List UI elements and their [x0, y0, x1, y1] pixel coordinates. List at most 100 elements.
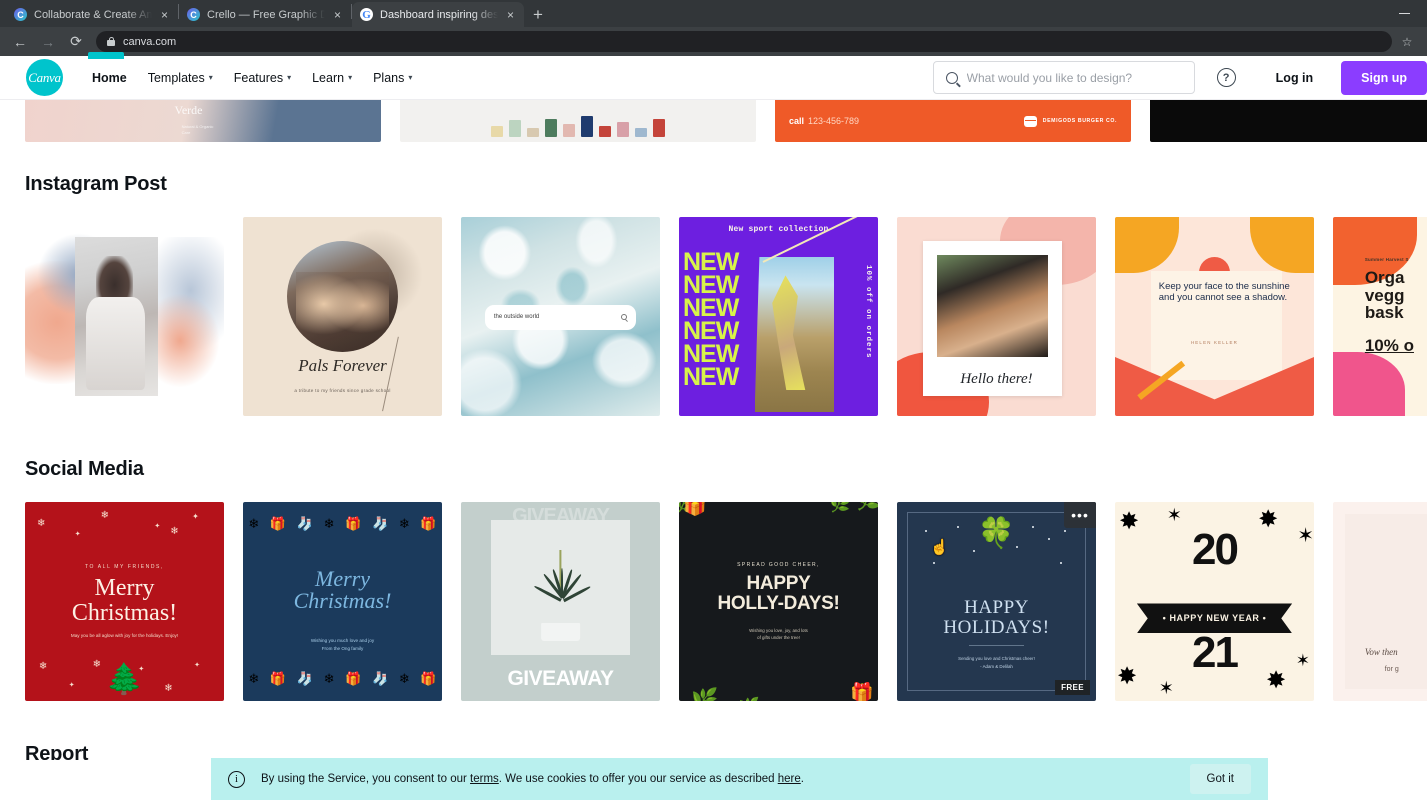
login-button[interactable]: Log in [1258, 62, 1332, 94]
template-card-burger-banner[interactable]: call 123-456-789 DEMIGODS BURGER CO. [775, 100, 1131, 142]
tab-close-icon[interactable]: × [505, 9, 516, 21]
url-text: canva.com [123, 35, 177, 48]
card-script-text: Vow then [1364, 647, 1398, 658]
brand-name: DEMIGODS BURGER CO. [1042, 118, 1117, 124]
template-card-watercolor-portrait[interactable] [25, 217, 224, 416]
lock-icon [107, 37, 115, 46]
page-content: Verde Natural & Organic Care call 123-456… [0, 100, 1427, 760]
template-card-ocean-foam[interactable]: the outside world [461, 217, 660, 416]
tab-close-icon[interactable]: × [159, 9, 170, 21]
card-headline: HAPPY HOLIDAYS! [943, 596, 1050, 639]
template-card-happy-new-year-2021[interactable]: ✸ ✶ ✸ ✶ ✸ ✶ ✸ ✶ 20 • HAPPY NEW YEAR • 21 [1115, 502, 1314, 701]
cookie-text-part2: . We use cookies to offer you our servic… [498, 773, 778, 785]
card-offer-text: 10% off on orders [864, 264, 873, 359]
search-icon [621, 314, 628, 321]
card-headline: HAPPY HOLLY-DAYS! [717, 572, 840, 615]
nav-item-features[interactable]: Features ▾ [234, 71, 291, 85]
address-bar[interactable]: canva.com [96, 31, 1392, 52]
template-card-organic-veggie[interactable]: Summer Harvest S Orga vegg bask 10% o [1333, 217, 1427, 416]
template-card-blocks[interactable] [400, 100, 756, 142]
chevron-down-icon: ▾ [208, 73, 213, 82]
card-subtitle: Wishing you love, joy, and lots of gifts … [749, 628, 808, 641]
template-card-new-sport-collection[interactable]: New sport collection NEW NEW NEW NEW NEW NE… [679, 217, 878, 416]
tab-close-icon[interactable]: × [332, 9, 343, 21]
nav-item-templates[interactable]: Templates ▾ [148, 71, 213, 85]
canva-favicon-icon: C [187, 8, 200, 21]
card-subtitle: Natural & Organic Care [181, 124, 214, 136]
browser-tab-3[interactable]: G Dashboard inspiring designs - G × [352, 2, 524, 27]
window-controls [1382, 0, 1427, 27]
teal-page-accent [88, 52, 124, 59]
card-photo [286, 240, 399, 353]
canva-favicon-icon: C [14, 8, 27, 21]
bookmark-star-icon[interactable]: ☆ [1394, 29, 1420, 55]
new-tab-button[interactable]: + [524, 2, 552, 27]
card-subtitle: a tribute to my friends since grade scho… [294, 388, 391, 394]
chevron-down-icon: ▾ [287, 73, 292, 82]
card-photo [74, 236, 159, 397]
card-script-text: Hello there! [960, 371, 1033, 388]
terms-link[interactable]: terms [470, 773, 499, 785]
browser-tab-2[interactable]: C Crello — Free Graphic Design So × [179, 2, 351, 27]
nav-item-home[interactable]: Home [92, 71, 127, 85]
signup-button[interactable]: Sign up [1341, 60, 1427, 95]
chevron-down-icon: ▾ [348, 73, 353, 82]
got-it-button[interactable]: Got it [1189, 764, 1251, 794]
template-card-sunshine-quote[interactable]: Keep your face to the sunshine and you c… [1115, 217, 1314, 416]
plant-pot [540, 623, 581, 642]
card-year-top: 20 [1192, 524, 1239, 574]
template-card-black[interactable] [1150, 100, 1427, 142]
phone-number: 123-456-789 [808, 116, 860, 126]
cookie-consent-banner: i By using the Service, you consent to o… [211, 758, 1268, 800]
card-quote-text: Keep your face to the sunshine and you c… [1158, 280, 1290, 304]
top-partial-row: Verde Natural & Organic Care call 123-456… [0, 100, 1427, 142]
nav-label: Features [233, 70, 284, 85]
template-card-happy-holidays-navy[interactable]: 🍀 HAPPY HOLIDAYS! Sending you love and Ch… [897, 502, 1096, 701]
card-more-options-button[interactable]: ••• [1064, 502, 1096, 528]
browser-tab-1[interactable]: C Collaborate & Create Amazing G × [6, 2, 178, 27]
template-card-thank-you[interactable]: Vow then for g [1333, 502, 1427, 701]
template-card-merry-christmas-blue[interactable]: ❄ 🎁 🧦 ❄ 🎁 🧦 ❄ 🎁 ❄ 🎁 🧦 ❄ 🎁 🧦 ❄ 🎁 Merry Christmas! Wishin… [243, 502, 442, 701]
christmas-tree-icon: 🌲 [105, 663, 144, 697]
nav-label: Learn [312, 70, 345, 85]
card-photo [754, 256, 835, 413]
forward-button[interactable]: → [35, 29, 61, 55]
info-icon: i [228, 770, 245, 788]
tab-title: Dashboard inspiring designs - G [380, 8, 498, 21]
card-headline: Merry Christmas! [293, 565, 392, 614]
search-box[interactable] [932, 61, 1195, 94]
card-eyebrow: TO ALL MY FRIENDS, [84, 563, 164, 570]
back-button[interactable]: ← [7, 29, 33, 55]
card-subtitle: May you be all aglow with joy for the ho… [70, 633, 179, 639]
here-link[interactable]: here [778, 773, 801, 785]
card-script-text: Pals Forever [298, 356, 387, 376]
brand-lockup: DEMIGODS BURGER CO. [1023, 115, 1117, 127]
nav-label: Home [92, 70, 127, 85]
reload-button[interactable]: ⟳ [63, 29, 89, 55]
template-card-happy-holly-days[interactable]: 🌿 🌿 🌿 🌿 🌿 🎁 🎁 SPREAD GOOD CHEER, HAPPYHO… [679, 502, 878, 701]
canva-logo[interactable]: Canva [26, 59, 63, 96]
card-search-bar: the outside world [484, 304, 637, 331]
search-icon [945, 71, 958, 84]
nav-item-learn[interactable]: Learn ▾ [312, 71, 352, 85]
minimize-button[interactable] [1382, 0, 1427, 27]
main-navigation: Home Templates ▾ Features ▾ Learn ▾ Plan… [92, 71, 412, 85]
template-card-pals-forever[interactable]: Pals Forever a tribute to my friends sin… [243, 217, 442, 416]
nav-label: Plans [373, 70, 405, 85]
search-input[interactable] [966, 70, 1182, 85]
social-media-row: ❄ ❄ ✦ ✦ ✦ ❄ ❄ ❄ ✦ ✦ ✦ ❄ TO ALL MY FRIEND… [0, 502, 1427, 701]
card-offer-text: 10% o [1364, 336, 1414, 356]
card-subtitle: Sending you love and Christmas cheer! - A… [958, 656, 1035, 669]
template-card-verde[interactable]: Verde Natural & Organic Care [25, 100, 381, 142]
section-title-social-media: Social Media [25, 458, 144, 480]
help-icon[interactable]: ? [1216, 68, 1236, 87]
template-card-giveaway[interactable]: GIVEAWAY GIVEAWAY GIVEAWAY GIVEAWAY GIVE… [461, 502, 660, 701]
nav-item-plans[interactable]: Plans ▾ [373, 71, 412, 85]
cookie-banner-text: By using the Service, you consent to our… [261, 773, 804, 785]
card-quote-author: HELEN KELLER [1190, 340, 1239, 346]
template-card-merry-christmas-red[interactable]: ❄ ❄ ✦ ✦ ✦ ❄ ❄ ❄ ✦ ✦ ✦ ❄ TO ALL MY FRIEND… [25, 502, 224, 701]
nav-label: Templates [147, 70, 205, 85]
card-headline: Orga vegg bask [1364, 267, 1405, 323]
template-card-hello-there[interactable]: Hello there! [897, 217, 1096, 416]
tab-title: Collaborate & Create Amazing G [34, 8, 152, 21]
